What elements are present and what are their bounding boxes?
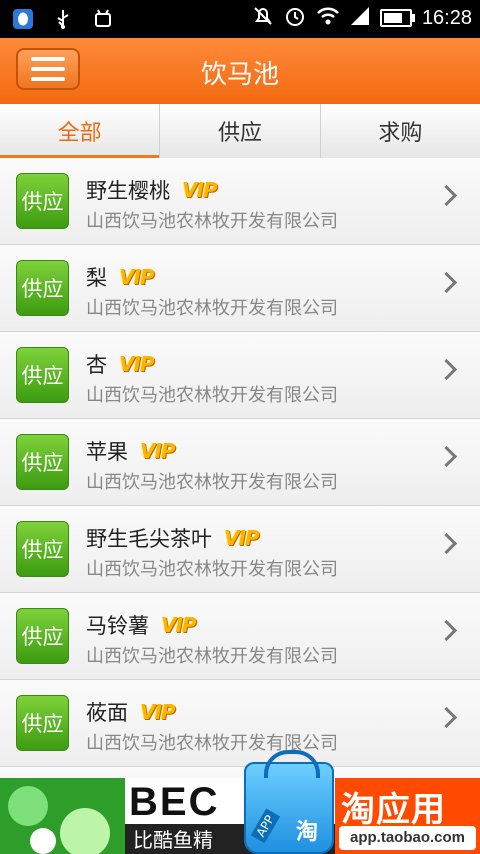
supply-badge: 供应 bbox=[16, 521, 69, 577]
list-item[interactable]: 供应 莜面 VIP 山西饮马池农林牧开发有限公司 bbox=[0, 680, 480, 767]
product-name: 马铃薯 bbox=[86, 614, 149, 638]
status-bar: 16:28 bbox=[0, 0, 480, 38]
product-name: 杏 bbox=[86, 353, 107, 377]
android-debug-icon bbox=[90, 6, 116, 32]
vip-badge: VIP bbox=[140, 439, 176, 463]
vip-badge: VIP bbox=[119, 265, 155, 289]
ad-taobao-title: 淘应用 bbox=[341, 790, 446, 830]
bag-app-label: APP bbox=[250, 808, 280, 844]
title-bar: 饮马池 bbox=[0, 38, 480, 104]
vip-badge: VIP bbox=[182, 178, 218, 202]
ad-game-title: BEC bbox=[129, 780, 220, 824]
chevron-right-icon bbox=[435, 532, 458, 555]
supply-badge: 供应 bbox=[16, 434, 69, 490]
tab-supply[interactable]: 供应 bbox=[160, 104, 321, 158]
vip-badge: VIP bbox=[119, 352, 155, 376]
clock-time: 16:28 bbox=[421, 6, 472, 29]
list-item[interactable]: 供应 马铃薯 VIP 山西饮马池农林牧开发有限公司 bbox=[0, 593, 480, 680]
product-name: 苹果 bbox=[86, 440, 128, 464]
tab-bar: 全部 供应 求购 bbox=[0, 104, 480, 159]
list-item[interactable]: 供应 野生樱桃 VIP 山西饮马池农林牧开发有限公司 bbox=[0, 158, 480, 245]
chevron-right-icon bbox=[435, 184, 458, 207]
vip-badge: VIP bbox=[140, 700, 176, 724]
list-item[interactable]: 供应 野生毛尖茶叶 VIP 山西饮马池农林牧开发有限公司 bbox=[0, 506, 480, 593]
supply-badge: 供应 bbox=[16, 347, 69, 403]
chevron-right-icon bbox=[435, 445, 458, 468]
chevron-right-icon bbox=[435, 619, 458, 642]
alarm-icon bbox=[284, 5, 306, 31]
list-item[interactable]: 供应 苹果 VIP 山西饮马池农林牧开发有限公司 bbox=[0, 419, 480, 506]
supply-badge: 供应 bbox=[16, 695, 69, 751]
vip-badge: VIP bbox=[224, 526, 260, 550]
company-name: 山西饮马池农林牧开发有限公司 bbox=[86, 298, 338, 319]
supply-badge: 供应 bbox=[16, 260, 69, 316]
page-title: 饮马池 bbox=[200, 60, 279, 90]
tab-all[interactable]: 全部 bbox=[0, 104, 161, 159]
company-name: 山西饮马池农林牧开发有限公司 bbox=[86, 385, 338, 406]
product-name: 梨 bbox=[86, 266, 107, 290]
company-name: 山西饮马池农林牧开发有限公司 bbox=[86, 559, 338, 580]
chevron-right-icon bbox=[435, 706, 458, 729]
supply-badge: 供应 bbox=[16, 173, 69, 229]
ad-cartoon-image bbox=[0, 778, 125, 854]
product-name: 野生樱桃 bbox=[86, 179, 170, 203]
product-name: 野生毛尖茶叶 bbox=[86, 527, 212, 551]
list-item[interactable]: 供应 杏 VIP 山西饮马池农林牧开发有限公司 bbox=[0, 332, 480, 419]
usb-icon bbox=[50, 6, 76, 32]
ad-taobao-url: app.taobao.com bbox=[339, 826, 476, 850]
chevron-right-icon bbox=[435, 358, 458, 381]
battery-icon bbox=[379, 9, 415, 27]
signal-icon bbox=[350, 6, 370, 30]
taobao-bag-icon: APP 淘 bbox=[244, 750, 334, 854]
supply-badge: 供应 bbox=[16, 608, 69, 664]
company-name: 山西饮马池农林牧开发有限公司 bbox=[86, 472, 338, 493]
bag-tao-label: 淘 bbox=[296, 820, 319, 845]
ad-banner[interactable]: BEC 比酷鱼精 淘应用 app.taobao.com bbox=[0, 778, 480, 854]
chevron-right-icon bbox=[435, 271, 458, 294]
company-name: 山西饮马池农林牧开发有限公司 bbox=[86, 646, 338, 667]
list-item[interactable]: 供应 梨 VIP 山西饮马池农林牧开发有限公司 bbox=[0, 245, 480, 332]
product-list: 供应 野生樱桃 VIP 山西饮马池农林牧开发有限公司 供应 梨 VIP 山西饮马池农… bbox=[0, 158, 480, 812]
vip-badge: VIP bbox=[161, 613, 197, 637]
product-name: 莜面 bbox=[86, 701, 128, 725]
qq-icon bbox=[10, 6, 36, 32]
ad-taobao-panel: 淘应用 app.taobao.com bbox=[335, 778, 480, 854]
wifi-icon bbox=[316, 6, 340, 30]
company-name: 山西饮马池农林牧开发有限公司 bbox=[86, 211, 338, 232]
mute-icon bbox=[252, 5, 274, 31]
tab-purchase[interactable]: 求购 bbox=[321, 104, 480, 158]
